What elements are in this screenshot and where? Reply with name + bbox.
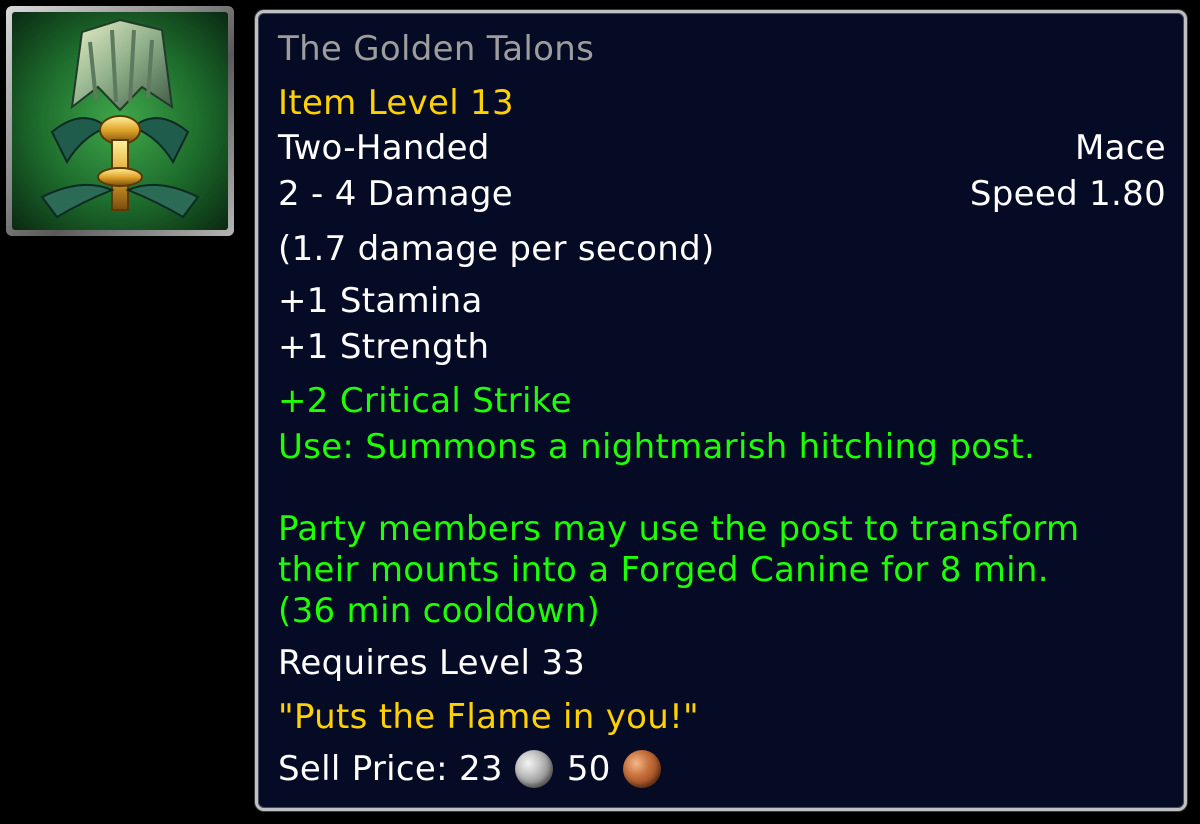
item-stat-strength: +1 Strength: [278, 327, 490, 367]
item-effect-line: their mounts into a Forged Canine for 8 …: [278, 550, 1049, 590]
item-slot-row: Two-Handed Mace: [278, 128, 1166, 168]
item-damage-row: 2 - 4 Damage Speed 1.80: [278, 174, 1166, 214]
item-hand: Two-Handed: [278, 128, 490, 168]
item-name: The Golden Talons: [278, 29, 595, 69]
sell-price-label: Sell Price: 23: [278, 749, 503, 789]
item-effect-line: Party members may use the post to transf…: [278, 509, 1080, 549]
item-flavor-text: "Puts the Flame in you!": [278, 697, 699, 737]
item-stat-stamina: +1 Stamina: [278, 281, 483, 321]
golden-talons-mace-icon: [12, 12, 228, 230]
item-level: Item Level 13: [278, 83, 514, 123]
item-icon-frame[interactable]: [6, 6, 234, 236]
item-dps: (1.7 damage per second): [278, 229, 715, 269]
item-stat-critical-strike: +2 Critical Strike: [278, 381, 572, 421]
item-use-text: Use: Summons a nightmarish hitching post…: [278, 427, 1036, 467]
silver-coin-icon: [514, 750, 553, 788]
item-speed: Speed 1.80: [969, 174, 1166, 214]
sell-price-copper: 50: [566, 749, 611, 789]
item-tooltip: The Golden Talons Item Level 13 Two-Hand…: [255, 10, 1187, 811]
item-effect-cooldown: (36 min cooldown): [278, 591, 601, 631]
item-type: Mace: [1075, 128, 1166, 168]
item-damage: 2 - 4 Damage: [278, 174, 514, 214]
item-required-level: Requires Level 33: [278, 643, 586, 683]
item-sell-price: Sell Price: 23 50: [278, 749, 675, 789]
copper-coin-icon: [622, 750, 661, 788]
